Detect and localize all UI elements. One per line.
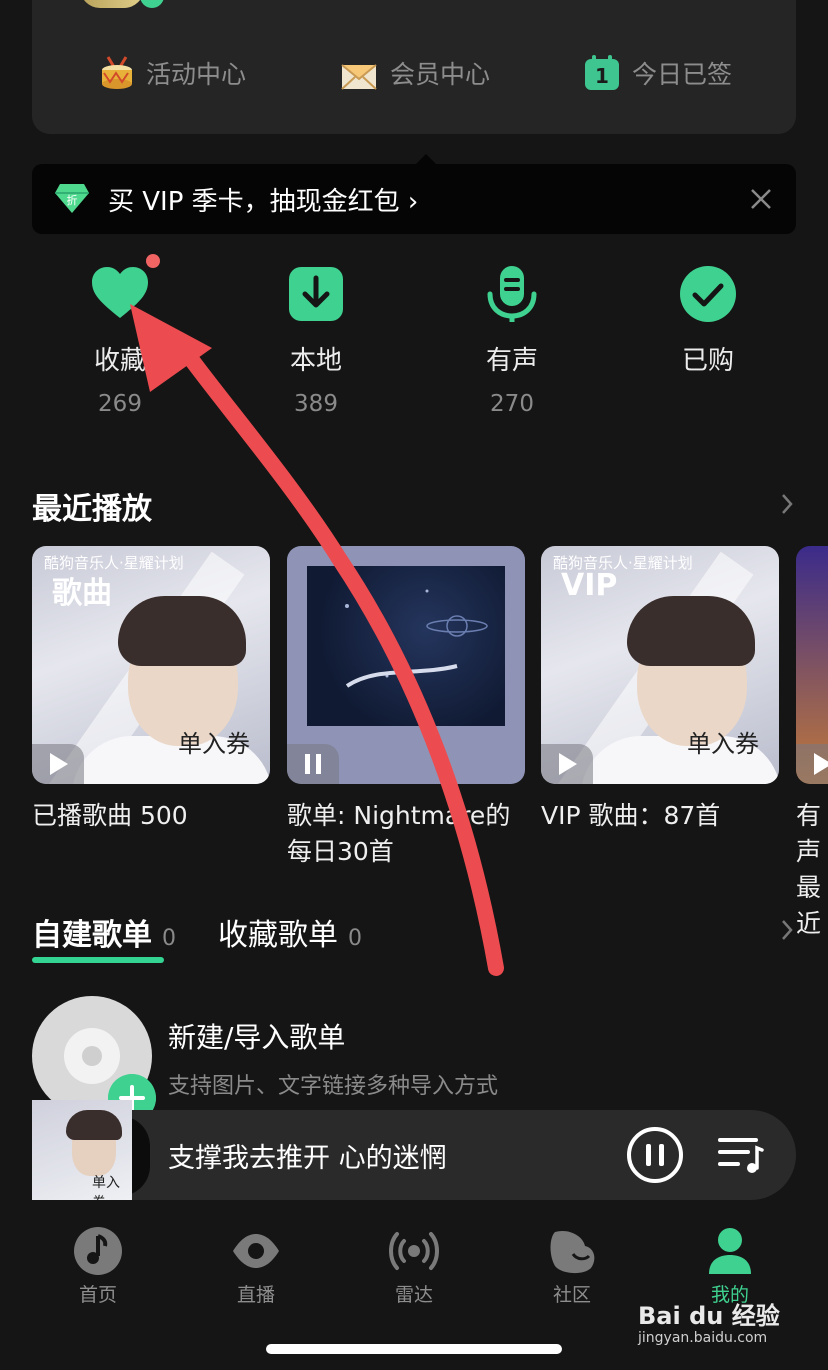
recent-card[interactable]: 有声最近 (796, 546, 828, 942)
watermark-logo: Bai du 经验 jingyan.baidu.com (638, 1296, 788, 1356)
playlist-queue-icon[interactable] (716, 1134, 764, 1176)
nav-label: 首页 (78, 1284, 117, 1306)
nav-community[interactable]: 社区 (512, 1226, 632, 1307)
new-playlist-subtitle: 支持图片、文字链接多种导入方式 (168, 1074, 499, 1099)
tab-my-playlists[interactable]: 自建歌单 0 (32, 910, 176, 954)
radar-icon (389, 1232, 439, 1270)
chevron-right-icon[interactable] (780, 492, 794, 516)
microphone-icon (487, 266, 537, 322)
nav-label: 社区 (552, 1284, 591, 1306)
tab-collected-playlists[interactable]: 收藏歌单 0 (218, 910, 362, 954)
nav-radar[interactable]: 雷达 (354, 1226, 474, 1307)
play-icon (559, 753, 577, 775)
album-cover (287, 546, 525, 784)
stat-count: 269 (98, 391, 142, 417)
envelope-icon (341, 64, 377, 90)
nav-live[interactable]: 直播 (196, 1226, 316, 1307)
player-album-art[interactable]: 单入券 (32, 1100, 132, 1200)
cover-title: 歌曲 (52, 576, 112, 611)
chevron-right-icon[interactable] (780, 918, 794, 942)
cover-title: VIP (561, 568, 618, 603)
album-cover: 酷狗音乐人·星耀计划 VIP 单入券 (541, 546, 779, 784)
pause-button[interactable] (287, 744, 339, 784)
play-icon (50, 753, 68, 775)
check-icon (680, 266, 736, 322)
vip-banner-text: 买 VIP 季卡，抽现金红包 › (108, 187, 419, 217)
close-icon[interactable] (748, 186, 774, 212)
play-button[interactable] (796, 744, 828, 784)
activity-center-link[interactable]: 活动中心 (100, 50, 246, 96)
stat-count: 270 (490, 391, 534, 417)
play-button[interactable] (32, 744, 84, 784)
stat-name: 收藏 (93, 346, 146, 376)
member-center-link[interactable]: 会员中心 (340, 50, 490, 96)
album-cover: 酷狗音乐人·星耀计划 歌曲 单入券 (32, 546, 270, 784)
stat-name: 已购 (681, 346, 734, 376)
recent-card[interactable]: 歌单: Nightmare的每日30首 (287, 546, 525, 870)
gem-label: 折 (67, 193, 78, 207)
play-icon (814, 753, 828, 775)
eye-icon (233, 1234, 279, 1268)
vip-banner-pointer (416, 154, 436, 164)
cover-ticket: 单入券 (178, 730, 250, 758)
notification-dot (146, 254, 160, 268)
checkin-link[interactable]: 1 今日已签 (584, 50, 732, 96)
new-playlist-title[interactable]: 新建/导入歌单 (168, 1016, 345, 1056)
cover-ticket: 单入券 (687, 730, 759, 758)
download-icon (289, 267, 343, 321)
tab-count: 0 (348, 926, 362, 951)
nav-mine[interactable]: 我的 (670, 1226, 790, 1307)
watermark-url: jingyan.baidu.com (638, 1330, 768, 1346)
home-indicator (266, 1344, 562, 1354)
album-cover (796, 546, 828, 784)
tab-count: 0 (162, 926, 176, 951)
nav-label: 直播 (236, 1284, 275, 1306)
stat-purchased[interactable]: 已购 (638, 264, 778, 391)
stat-local[interactable]: 本地 389 (246, 264, 386, 417)
pause-button[interactable] (626, 1126, 684, 1184)
card-title: 已播歌曲 500 (32, 801, 188, 830)
nav-label: 雷达 (394, 1284, 433, 1306)
stat-name: 本地 (289, 346, 342, 376)
music-note-icon (74, 1227, 122, 1275)
now-playing-title: 支撑我去推开 心的迷惘 (168, 1143, 447, 1174)
pause-icon (305, 754, 321, 774)
card-title: 歌单: Nightmare的每日30首 (287, 801, 511, 866)
calendar-day: 1 (595, 64, 609, 88)
play-button[interactable] (541, 744, 593, 784)
recent-section-title: 最近播放 (32, 492, 152, 527)
recent-card[interactable]: 酷狗音乐人·星耀计划 歌曲 单入券 已播歌曲 500 (32, 546, 270, 834)
watermark-brand: Bai du 经验 (638, 1302, 780, 1330)
stat-favorites[interactable]: 收藏 269 (50, 264, 190, 417)
nav-home[interactable]: 首页 (38, 1226, 158, 1307)
recent-card[interactable]: 酷狗音乐人·星耀计划 VIP 单入券 VIP 歌曲：87首 (541, 546, 779, 834)
user-icon (709, 1228, 751, 1274)
tab-underline (32, 957, 164, 963)
stat-name: 有声 (485, 346, 538, 376)
activity-center-label: 活动中心 (146, 60, 247, 89)
member-center-label: 会员中心 (390, 60, 491, 89)
stat-count: 389 (294, 391, 338, 417)
heart-icon (92, 267, 148, 318)
drum-icon (102, 56, 132, 89)
discount-gem-icon: 折 (55, 184, 89, 213)
checkin-label: 今日已签 (632, 60, 733, 89)
card-title: 有声最近 (796, 801, 822, 938)
vip-banner[interactable]: 折 买 VIP 季卡，抽现金红包 › (32, 164, 796, 234)
calendar-icon: 1 (585, 55, 619, 90)
stat-audio[interactable]: 有声 270 (442, 264, 582, 417)
card-title: VIP 歌曲：87首 (541, 801, 721, 830)
community-icon (550, 1230, 595, 1274)
player-art-caption: 单入券 (92, 1175, 120, 1200)
